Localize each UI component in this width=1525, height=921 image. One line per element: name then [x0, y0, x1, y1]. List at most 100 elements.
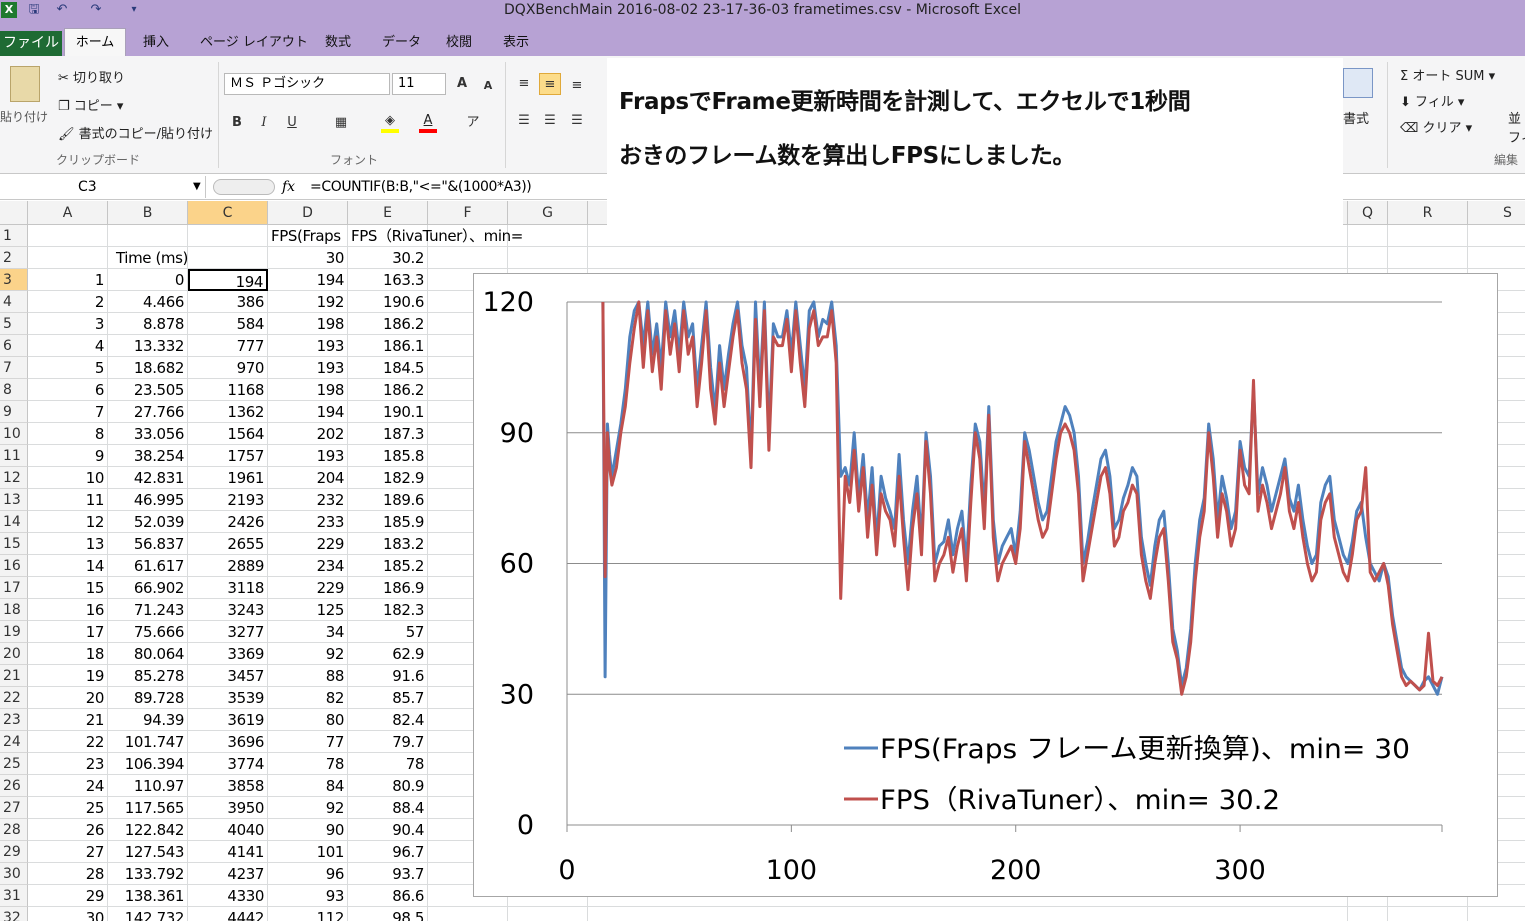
cell-q2[interactable]	[1348, 247, 1388, 269]
row-header[interactable]: 13	[0, 489, 28, 511]
cell-d6[interactable]: 193	[268, 335, 348, 357]
row-header[interactable]: 2	[0, 247, 28, 269]
cell-e23[interactable]: 82.4	[348, 709, 428, 731]
cell-a22[interactable]: 20	[28, 687, 108, 709]
cell-s2[interactable]	[1468, 247, 1525, 269]
cell-e22[interactable]: 85.7	[348, 687, 428, 709]
cell-a28[interactable]: 26	[28, 819, 108, 841]
cell-e27[interactable]: 88.4	[348, 797, 428, 819]
cell-e18[interactable]: 182.3	[348, 599, 428, 621]
redo-icon[interactable]: ↷	[88, 2, 104, 18]
cell-e14[interactable]: 185.9	[348, 511, 428, 533]
row-header[interactable]: 25	[0, 753, 28, 775]
cell-e16[interactable]: 185.2	[348, 555, 428, 577]
copy-button[interactable]: ❐ コピー ▾	[58, 95, 123, 114]
row-header[interactable]: 8	[0, 379, 28, 401]
cell-d25[interactable]: 78	[268, 753, 348, 775]
row-header[interactable]: 23	[0, 709, 28, 731]
cell-b31[interactable]: 138.361	[108, 885, 188, 907]
excel-app-icon[interactable]: X	[1, 2, 17, 18]
align-left-icon[interactable]: ☰	[513, 110, 535, 132]
cell-d1[interactable]: FPS(Fraps	[268, 225, 348, 247]
cell-e9[interactable]: 190.1	[348, 401, 428, 423]
tab-review[interactable]: 校閲	[446, 31, 472, 55]
cell-e30[interactable]: 93.7	[348, 863, 428, 885]
formula-bar-splitter[interactable]	[213, 179, 275, 195]
cell-e21[interactable]: 91.6	[348, 665, 428, 687]
cell-f2[interactable]	[428, 247, 508, 269]
cell-d2[interactable]: 30	[268, 247, 348, 269]
autosum-button[interactable]: Σ オート SUM ▾	[1400, 65, 1495, 84]
cell-c2[interactable]	[188, 247, 268, 269]
cell-d8[interactable]: 198	[268, 379, 348, 401]
cell-e7[interactable]: 184.5	[348, 357, 428, 379]
cell-d14[interactable]: 233	[268, 511, 348, 533]
row-header[interactable]: 29	[0, 841, 28, 863]
cell-b17[interactable]: 66.902	[108, 577, 188, 599]
cell-e10[interactable]: 187.3	[348, 423, 428, 445]
shrink-font-button[interactable]: A	[477, 75, 499, 97]
cell-c31[interactable]: 4330	[188, 885, 268, 907]
row-header[interactable]: 30	[0, 863, 28, 885]
cell-b12[interactable]: 42.831	[108, 467, 188, 489]
italic-button[interactable]: I	[253, 112, 275, 134]
cell-r2[interactable]	[1388, 247, 1468, 269]
cell-b13[interactable]: 46.995	[108, 489, 188, 511]
cell-a8[interactable]: 6	[28, 379, 108, 401]
cell-e12[interactable]: 182.9	[348, 467, 428, 489]
row-header[interactable]: 1	[0, 225, 28, 247]
cell-a14[interactable]: 12	[28, 511, 108, 533]
cell-d5[interactable]: 198	[268, 313, 348, 335]
row-header[interactable]: 17	[0, 577, 28, 599]
cell-c23[interactable]: 3619	[188, 709, 268, 731]
cell-b2[interactable]: Time (ms)	[108, 247, 188, 269]
cell-a2[interactable]	[28, 247, 108, 269]
undo-icon[interactable]: ↶	[54, 2, 70, 18]
cell-a12[interactable]: 10	[28, 467, 108, 489]
column-header-q[interactable]: Q	[1348, 201, 1388, 225]
cell-e19[interactable]: 57	[348, 621, 428, 643]
tab-insert[interactable]: 挿入	[143, 31, 169, 55]
align-middle-icon[interactable]: ≡	[539, 73, 561, 95]
cell-f32[interactable]	[428, 907, 508, 921]
cell-s32[interactable]	[1468, 907, 1525, 921]
row-header[interactable]: 27	[0, 797, 28, 819]
cell-b5[interactable]: 8.878	[108, 313, 188, 335]
cell-c1[interactable]	[188, 225, 268, 247]
cell-d20[interactable]: 92	[268, 643, 348, 665]
cut-button[interactable]: ✂ 切り取り	[58, 67, 125, 86]
cell-c4[interactable]: 386	[188, 291, 268, 313]
cell-d28[interactable]: 90	[268, 819, 348, 841]
bold-button[interactable]: B	[226, 112, 248, 134]
select-all-corner[interactable]	[0, 201, 28, 225]
align-right-icon[interactable]: ☰	[566, 110, 588, 132]
cell-b9[interactable]: 27.766	[108, 401, 188, 423]
cell-b22[interactable]: 89.728	[108, 687, 188, 709]
cell-g2[interactable]	[508, 247, 588, 269]
cell-e28[interactable]: 90.4	[348, 819, 428, 841]
row-header[interactable]: 20	[0, 643, 28, 665]
insert-function-icon[interactable]: fx	[282, 176, 295, 198]
align-bottom-icon[interactable]: ≡	[566, 75, 588, 97]
cell-e1[interactable]: FPS（RivaTuner）、min=	[348, 225, 523, 247]
cell-a21[interactable]: 19	[28, 665, 108, 687]
cell-d3[interactable]: 194	[268, 269, 348, 291]
cell-c5[interactable]: 584	[188, 313, 268, 335]
cell-b25[interactable]: 106.394	[108, 753, 188, 775]
cell-b23[interactable]: 94.39	[108, 709, 188, 731]
cell-e4[interactable]: 190.6	[348, 291, 428, 313]
cell-e31[interactable]: 86.6	[348, 885, 428, 907]
cell-b10[interactable]: 33.056	[108, 423, 188, 445]
row-header[interactable]: 14	[0, 511, 28, 533]
cell-a30[interactable]: 28	[28, 863, 108, 885]
cell-e13[interactable]: 189.6	[348, 489, 428, 511]
row-header[interactable]: 6	[0, 335, 28, 357]
row-header[interactable]: 24	[0, 731, 28, 753]
fps-line-chart[interactable]: 0 30 60 90 120 0 100 200 300 FPS(Fraps フレーム更新換算)、…	[473, 273, 1498, 897]
cell-c13[interactable]: 2193	[188, 489, 268, 511]
cell-g32[interactable]	[508, 907, 588, 921]
cell-b8[interactable]: 23.505	[108, 379, 188, 401]
cell-d27[interactable]: 92	[268, 797, 348, 819]
cell-s1[interactable]	[1468, 225, 1525, 247]
customize-dropdown-icon[interactable]: ▾	[126, 2, 142, 18]
